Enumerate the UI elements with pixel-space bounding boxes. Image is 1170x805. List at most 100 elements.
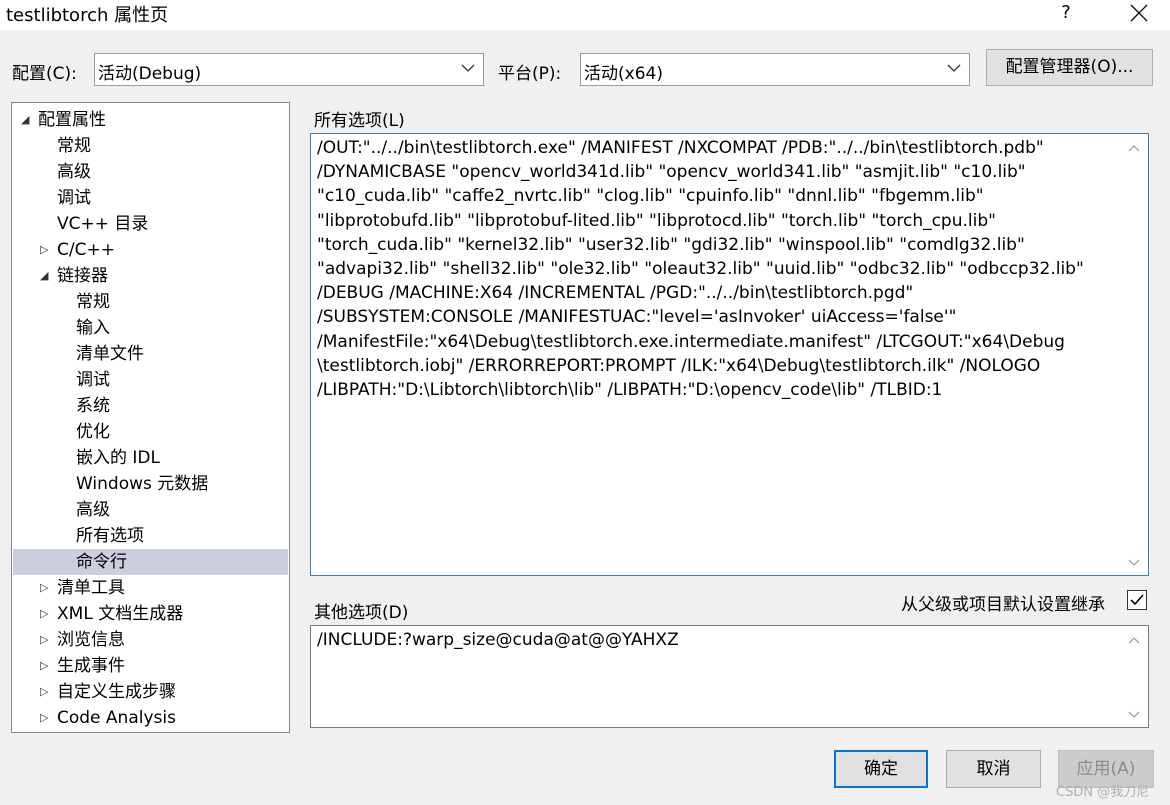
config-manager-button[interactable]: 配置管理器(O)...: [986, 49, 1153, 86]
tree-item-label: 常规: [57, 136, 91, 156]
tree-item-label: C/C++: [57, 240, 115, 260]
tree-item[interactable]: 所有选项: [13, 523, 288, 549]
expand-arrow-icon[interactable]: ▷: [40, 601, 48, 627]
all-options-textbox[interactable]: /OUT:"../../bin\testlibtorch.exe" /MANIF…: [310, 133, 1149, 576]
collapse-arrow-icon[interactable]: ◢: [21, 107, 29, 133]
platform-dropdown-value: 活动(x64): [584, 64, 663, 84]
all-options-scrollbar[interactable]: [1120, 134, 1148, 575]
tree-item[interactable]: ▷ C/C++: [13, 237, 288, 263]
command-line-text: /DYNAMICBASE "opencv_world341d.lib" "ope…: [317, 162, 1026, 183]
tree-item[interactable]: 嵌入的 IDL: [13, 445, 288, 471]
scroll-up-icon[interactable]: [1128, 636, 1140, 644]
tree-item[interactable]: 输入: [13, 315, 288, 341]
tree-item[interactable]: ▷ 清单工具: [13, 575, 288, 601]
other-options-textbox[interactable]: /INCLUDE:?warp_size@cuda@at@@YAHXZ: [310, 625, 1149, 728]
scroll-down-icon[interactable]: [1128, 559, 1140, 567]
ok-button[interactable]: 确定: [834, 750, 928, 788]
config-label: 配置(C):: [12, 64, 77, 84]
tree-item[interactable]: ▷ Code Analysis: [13, 705, 288, 731]
command-line-text: /OUT:"../../bin\testlibtorch.exe" /MANIF…: [317, 138, 1044, 158]
command-line-text: "torch_cuda.lib" "kernel32.lib" "user32.…: [317, 234, 1025, 255]
command-line-text: "advapi32.lib" "shell32.lib" "ole32.lib"…: [317, 259, 1084, 280]
config-dropdown[interactable]: 活动(Debug): [94, 53, 484, 86]
command-line-text: /DEBUG /MACHINE:X64 /INCREMENTAL /PGD:".…: [317, 283, 914, 304]
tree-item-label: 浏览信息: [57, 630, 125, 650]
tree-item[interactable]: 常规: [13, 133, 288, 159]
tree-item-label: 输入: [76, 318, 110, 338]
command-line-text: "c10_cuda.lib" "caffe2_nvrtc.lib" "clog.…: [317, 186, 984, 207]
property-tree: ◢ 配置属性 常规 高级 调试 VC++ 目录 ▷ C/C++ ◢ 链接器 常规 输入 清单文件 调试 系统…: [11, 102, 290, 733]
command-line-text: /LIBPATH:"D:\Libtorch\libtorch\lib" /LIB…: [317, 380, 943, 401]
cancel-button[interactable]: 取消: [946, 750, 1041, 788]
command-line-text: /ManifestFile:"x64\Debug\testlibtorch.ex…: [317, 331, 1065, 352]
tree-item-label: XML 文档生成器: [57, 604, 184, 624]
tree-item-label: 清单工具: [57, 578, 125, 598]
scroll-up-icon[interactable]: [1128, 144, 1140, 152]
tree-item-label: 配置属性: [38, 110, 106, 130]
expand-arrow-icon[interactable]: ▷: [40, 653, 48, 679]
window-title: testlibtorch 属性页: [6, 5, 169, 26]
tree-item-label: 调试: [76, 370, 110, 390]
inherit-label: 从父级或项目默认设置继承: [901, 595, 1105, 615]
collapse-arrow-icon[interactable]: ◢: [40, 263, 48, 289]
expand-arrow-icon[interactable]: ▷: [40, 575, 48, 601]
tree-item-label: 高级: [57, 162, 91, 182]
tree-item-label: VC++ 目录: [57, 214, 149, 234]
platform-label: 平台(P):: [498, 64, 562, 84]
expand-arrow-icon[interactable]: ▷: [40, 705, 48, 731]
tree-item[interactable]: Windows 元数据: [13, 471, 288, 497]
tree-item[interactable]: 命令行: [13, 549, 288, 575]
tree-item[interactable]: 清单文件: [13, 341, 288, 367]
expand-arrow-icon[interactable]: ▷: [40, 627, 48, 653]
tree-item-label: 链接器: [57, 266, 108, 286]
tree-item[interactable]: ◢ 配置属性: [13, 107, 288, 133]
all-options-label: 所有选项(L): [314, 111, 405, 131]
tree-item-label: 清单文件: [76, 344, 144, 364]
scroll-down-icon[interactable]: [1128, 711, 1140, 719]
tree-item[interactable]: VC++ 目录: [13, 211, 288, 237]
tree-item[interactable]: ◢ 链接器: [13, 263, 288, 289]
tree-item-label: Code Analysis: [57, 708, 176, 728]
watermark: CSDN @我刀尼: [1056, 785, 1150, 800]
tree-item-label: 高级: [76, 500, 110, 520]
tree-item-label: 嵌入的 IDL: [76, 448, 160, 468]
tree-item-label: 自定义生成步骤: [57, 682, 176, 702]
help-button[interactable]: ?: [1040, 0, 1092, 30]
tree-item[interactable]: 调试: [13, 185, 288, 211]
tree-item-label: 系统: [76, 396, 110, 416]
tree-item[interactable]: 常规: [13, 289, 288, 315]
tree-item[interactable]: ▷ 生成事件: [13, 653, 288, 679]
other-options-text: /INCLUDE:?warp_size@cuda@at@@YAHXZ: [317, 630, 679, 650]
command-line-text: /SUBSYSTEM:CONSOLE /MANIFESTUAC:"level='…: [317, 307, 957, 328]
tree-item[interactable]: 高级: [13, 497, 288, 523]
platform-dropdown[interactable]: 活动(x64): [580, 53, 970, 86]
other-options-scrollbar[interactable]: [1120, 626, 1148, 727]
tree-item[interactable]: ▷ 自定义生成步骤: [13, 679, 288, 705]
tree-item-label: 调试: [57, 188, 91, 208]
close-button[interactable]: [1114, 0, 1162, 30]
chevron-down-icon: [947, 64, 961, 72]
chevron-down-icon: [461, 64, 475, 72]
tree-item[interactable]: ▷ XML 文档生成器: [13, 601, 288, 627]
config-dropdown-value: 活动(Debug): [98, 64, 202, 84]
checkmark-icon: [1130, 594, 1144, 606]
tree-item[interactable]: 高级: [13, 159, 288, 185]
expand-arrow-icon[interactable]: ▷: [40, 237, 48, 263]
command-line-text: "libprotobufd.lib" "libprotobuf-lited.li…: [317, 210, 996, 231]
tree-item-label: Windows 元数据: [76, 474, 209, 494]
tree-item-label: 命令行: [76, 552, 127, 572]
tree-item[interactable]: 系统: [13, 393, 288, 419]
inherit-checkbox[interactable]: [1127, 590, 1147, 610]
tree-item-label: 优化: [76, 422, 110, 442]
other-options-label: 其他选项(D): [314, 603, 409, 623]
tree-item[interactable]: ▷ 浏览信息: [13, 627, 288, 653]
title-bar: testlibtorch 属性页 ?: [0, 0, 1170, 30]
close-icon: [1130, 4, 1148, 22]
tree-item[interactable]: 调试: [13, 367, 288, 393]
tree-item[interactable]: 优化: [13, 419, 288, 445]
command-line-text: \testlibtorch.iobj" /ERRORREPORT:PROMPT …: [317, 355, 1041, 376]
tree-item-label: 常规: [76, 292, 110, 312]
tree-item-label: 所有选项: [76, 526, 144, 546]
all-options-text: /OUT:"../../bin\testlibtorch.exe" /MANIF…: [317, 136, 1118, 402]
expand-arrow-icon[interactable]: ▷: [40, 679, 48, 705]
